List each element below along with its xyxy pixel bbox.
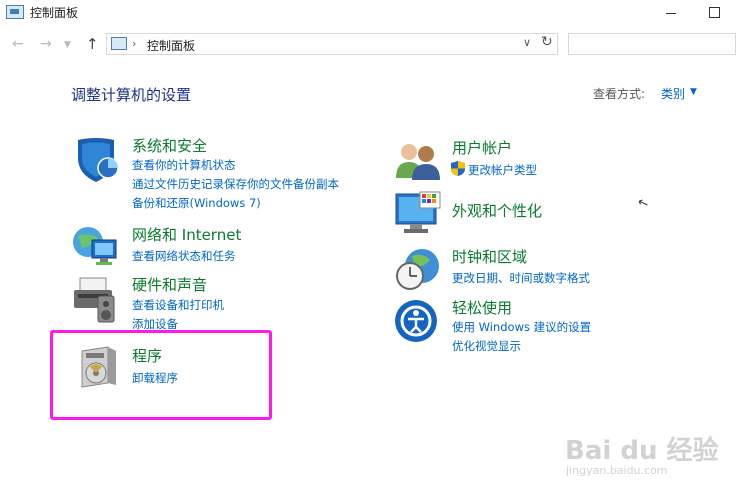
link-backup-restore[interactable]: 备份和还原(Windows 7) xyxy=(132,195,261,211)
search-input[interactable] xyxy=(568,33,736,55)
chevron-down-icon: ∨ xyxy=(523,36,532,49)
category-ease-of-access[interactable]: 轻松使用 xyxy=(452,297,512,318)
link-view-computer-status[interactable]: 查看你的计算机状态 xyxy=(132,157,236,173)
arrow-right-icon: → xyxy=(40,36,52,52)
address-bar[interactable]: › 控制面板 ∨ ↻ xyxy=(106,33,558,55)
breadcrumb-item[interactable]: 控制面板 xyxy=(147,37,195,54)
view-by-dropdown[interactable]: 类别 xyxy=(661,85,685,102)
refresh-button[interactable]: ↻ xyxy=(541,34,553,50)
users-icon[interactable] xyxy=(394,140,442,180)
control-panel-icon xyxy=(6,5,24,19)
up-button[interactable]: ↑ xyxy=(86,35,99,53)
ease-of-access-icon[interactable] xyxy=(394,298,440,344)
back-button[interactable]: ← xyxy=(12,36,24,52)
category-hardware-sound[interactable]: 硬件和声音 xyxy=(132,274,207,295)
clock-globe-icon[interactable] xyxy=(394,246,442,292)
address-dropdown-button[interactable]: ∨ xyxy=(523,36,531,49)
arrow-left-icon: ← xyxy=(12,36,24,52)
page-title: 调整计算机的设置 xyxy=(71,86,192,104)
chevron-down-icon: ▼ xyxy=(64,40,71,50)
category-user-accounts[interactable]: 用户帐户 xyxy=(452,137,512,158)
watermark-logo: Bai du 经验 xyxy=(565,436,719,466)
view-by-label: 查看方式: xyxy=(593,87,646,101)
forward-button[interactable]: → xyxy=(40,36,52,52)
category-clock-region[interactable]: 时钟和区域 xyxy=(452,246,527,267)
recent-locations-button[interactable]: ▼ xyxy=(64,40,71,50)
minimize-button[interactable] xyxy=(657,0,687,28)
shield-icon[interactable] xyxy=(72,136,124,184)
window-title: 控制面板 xyxy=(30,6,79,20)
printer-icon[interactable] xyxy=(70,272,122,324)
highlight-box xyxy=(50,330,272,420)
watermark-url: jingyan.baidu.com xyxy=(566,464,668,477)
link-change-date-time[interactable]: 更改日期、时间或数字格式 xyxy=(452,270,590,286)
link-network-status[interactable]: 查看网络状态和任务 xyxy=(132,248,236,264)
refresh-icon: ↻ xyxy=(541,34,553,50)
category-network-internet[interactable]: 网络和 Internet xyxy=(132,224,241,245)
maximize-button[interactable] xyxy=(700,0,730,28)
link-change-account-type[interactable]: 更改帐户类型 xyxy=(468,162,537,178)
link-windows-recommended-settings[interactable]: 使用 Windows 建议的设置 xyxy=(452,319,591,335)
monitor-icon[interactable] xyxy=(394,190,442,236)
chevron-down-icon[interactable]: ▼ xyxy=(690,87,697,97)
network-icon[interactable] xyxy=(70,222,122,270)
uac-shield-icon xyxy=(451,161,465,176)
link-optimize-visual-display[interactable]: 优化视觉显示 xyxy=(452,338,521,354)
chevron-right-icon[interactable]: › xyxy=(132,37,136,50)
link-file-history[interactable]: 通过文件历史记录保存你的文件备份副本 xyxy=(132,176,339,192)
category-appearance-personalization[interactable]: 外观和个性化 xyxy=(452,200,542,221)
category-system-security[interactable]: 系统和安全 xyxy=(132,135,207,156)
arrow-up-icon: ↑ xyxy=(86,35,99,53)
title-bar: 控制面板 xyxy=(0,0,736,28)
mouse-cursor-icon: ↖ xyxy=(635,194,652,213)
control-panel-icon xyxy=(111,37,127,50)
link-devices-printers[interactable]: 查看设备和打印机 xyxy=(132,297,224,313)
